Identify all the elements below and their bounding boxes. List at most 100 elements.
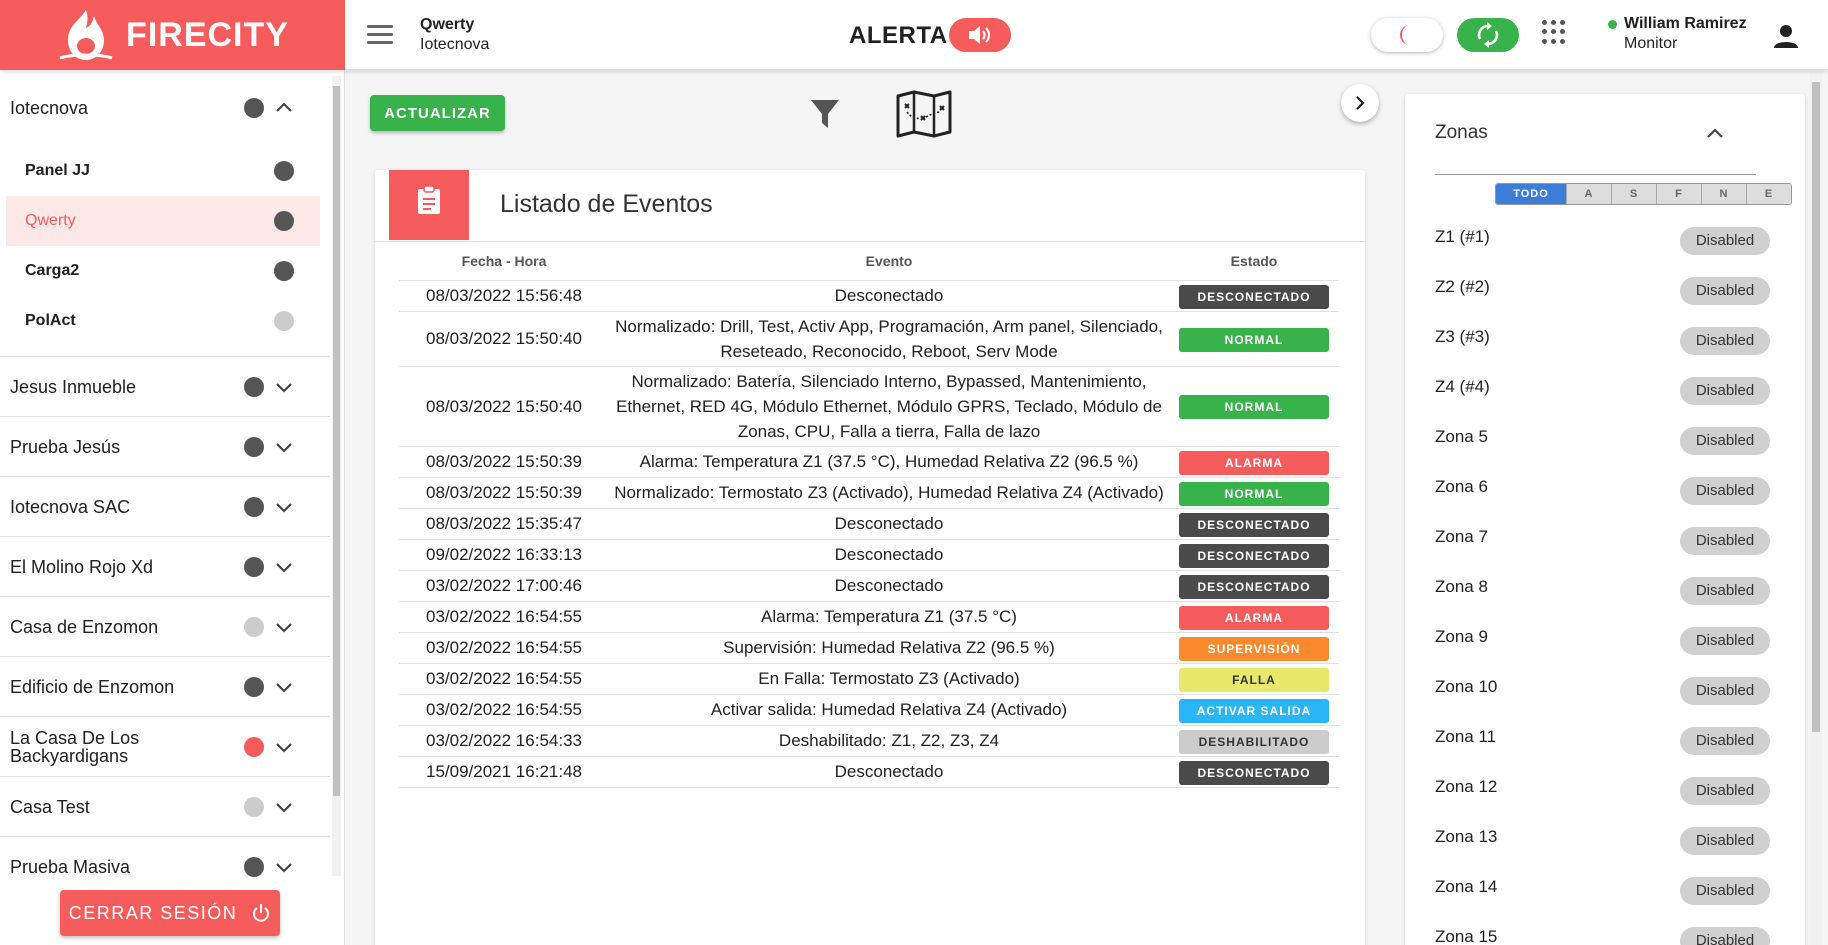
apps-dot: [1560, 29, 1565, 35]
chevron-down-icon[interactable]: [274, 857, 294, 877]
zone-item[interactable]: Z2 (#2) Disabled: [1405, 264, 1805, 314]
zones-divider: [1435, 174, 1756, 175]
event-date: 03/02/2022 16:54:55: [399, 601, 609, 633]
table-row[interactable]: 08/03/2022 15:50:39 Alarma: Temperatura Z…: [399, 446, 1339, 478]
zone-item[interactable]: Zona 14 Disabled: [1405, 864, 1805, 914]
table-row[interactable]: 08/03/2022 15:50:39 Normalizado: Termosta…: [399, 477, 1339, 509]
status-badge: ACTIVAR SALIDA: [1179, 698, 1329, 723]
chevron-down-icon[interactable]: [274, 557, 294, 577]
zone-item[interactable]: Zona 11 Disabled: [1405, 714, 1805, 764]
sidebar-panel-item[interactable]: Carga2: [6, 246, 320, 296]
menu-button[interactable]: [364, 20, 396, 48]
chevron-down-icon[interactable]: [274, 797, 294, 817]
sidebar-group[interactable]: Prueba Masiva: [0, 837, 330, 880]
table-row[interactable]: 08/03/2022 15:50:40 Normalizado: Batería,…: [399, 366, 1339, 447]
apps-grid-icon[interactable]: [1542, 20, 1566, 44]
zones-title: Zonas: [1435, 122, 1488, 143]
zone-filter-a[interactable]: A: [1566, 184, 1611, 204]
sidebar-scrollbar[interactable]: [332, 76, 341, 876]
collapse-right-panel-button[interactable]: [1341, 84, 1379, 122]
column-header-event[interactable]: Evento: [609, 242, 1169, 281]
sidebar-group-label: Prueba Jesús: [10, 436, 121, 457]
sidebar-group[interactable]: Casa de Enzomon: [0, 597, 330, 657]
table-row[interactable]: 03/02/2022 16:54:55 Supervisión: Humedad …: [399, 632, 1339, 664]
event-date: 03/02/2022 17:00:46: [399, 570, 609, 602]
zone-item[interactable]: Zona 13 Disabled: [1405, 814, 1805, 864]
map-icon-glyph: [896, 90, 952, 138]
zone-item[interactable]: Zona 10 Disabled: [1405, 664, 1805, 714]
menu-icon-bar: [367, 41, 393, 44]
chevron-down-icon[interactable]: [274, 617, 294, 637]
chevron-down-icon[interactable]: [274, 737, 294, 757]
zone-filter-e[interactable]: E: [1746, 184, 1791, 204]
table-row[interactable]: 03/02/2022 16:54:55 Activar salida: Humed…: [399, 694, 1339, 726]
chevron-down-icon[interactable]: [274, 677, 294, 697]
sidebar-panel-item[interactable]: Qwerty: [6, 196, 320, 246]
zone-item[interactable]: Zona 6 Disabled: [1405, 464, 1805, 514]
sidebar-panel-item[interactable]: Panel JJ: [6, 146, 320, 196]
sync-button[interactable]: [1457, 18, 1519, 52]
zone-item[interactable]: Z1 (#1) Disabled: [1405, 214, 1805, 264]
refresh-button[interactable]: ACTUALIZAR: [370, 95, 505, 131]
scrollbar-thumb[interactable]: [333, 86, 340, 796]
event-date: 08/03/2022 15:56:48: [399, 280, 609, 312]
zone-item[interactable]: Zona 9 Disabled: [1405, 614, 1805, 664]
sidebar-group[interactable]: Jesus Inmueble: [0, 357, 330, 417]
person-icon: [1774, 25, 1798, 48]
dark-mode-toggle[interactable]: [1371, 18, 1443, 52]
zone-status-badge: Disabled: [1680, 677, 1770, 705]
table-row[interactable]: 08/03/2022 15:35:47 Desconectado DESCONECT…: [399, 508, 1339, 540]
table-row[interactable]: 15/09/2021 16:21:48 Desconectado DESCONECT…: [399, 756, 1339, 788]
table-row[interactable]: 08/03/2022 15:56:48 Desconectado DESCONECT…: [399, 280, 1339, 312]
sidebar-group[interactable]: Prueba Jesús: [0, 417, 330, 477]
current-company-name: Iotecnova: [420, 36, 490, 53]
chevron-down-icon[interactable]: [274, 497, 294, 517]
zone-status-badge: Disabled: [1680, 727, 1770, 755]
chevron-down-icon[interactable]: [274, 437, 294, 457]
zone-filter-all[interactable]: TODO: [1496, 184, 1566, 204]
zone-item[interactable]: Zona 15 Disabled: [1405, 914, 1805, 945]
zone-filter-n[interactable]: N: [1701, 184, 1746, 204]
table-row[interactable]: 03/02/2022 16:54:55 Alarma: Temperatura Z…: [399, 601, 1339, 633]
table-row[interactable]: 09/02/2022 16:33:13 Desconectado DESCONECT…: [399, 539, 1339, 571]
zone-item[interactable]: Zona 8 Disabled: [1405, 564, 1805, 614]
map-icon[interactable]: [895, 90, 953, 138]
zones-collapse-button[interactable]: [1705, 124, 1725, 144]
table-row[interactable]: 08/03/2022 15:50:40 Normalizado: Drill, T…: [399, 311, 1339, 367]
sidebar-panel-item[interactable]: PolAct: [6, 296, 320, 346]
sidebar-group[interactable]: Casa Test: [0, 777, 330, 837]
zone-filter-f[interactable]: F: [1656, 184, 1701, 204]
brand-logo[interactable]: FIRECITY: [0, 0, 345, 70]
status-badge: DESCONECTADO: [1179, 512, 1329, 537]
zone-item[interactable]: Zona 5 Disabled: [1405, 414, 1805, 464]
table-row[interactable]: 03/02/2022 17:00:46 Desconectado DESCONECT…: [399, 570, 1339, 602]
zone-item[interactable]: Z3 (#3) Disabled: [1405, 314, 1805, 364]
page-scrollbar[interactable]: [1810, 72, 1822, 945]
group-list[interactable]: Iotecnova Panel JJ Qwerty Carga2 PolAct Jesus…: [0, 70, 330, 880]
filter-icon[interactable]: [810, 98, 842, 132]
sidebar-group[interactable]: Iotecnova: [0, 70, 330, 146]
sidebar-group-label: Casa Test: [10, 796, 90, 817]
table-row[interactable]: 03/02/2022 16:54:55 En Falla: Termostato …: [399, 663, 1339, 695]
event-description: Normalizado: Drill, Test, Activ App, Pro…: [609, 311, 1169, 367]
logout-button[interactable]: CERRAR SESIÓN: [60, 890, 280, 936]
sidebar-panel-label: Carga2: [25, 262, 80, 279]
table-row[interactable]: 03/02/2022 16:54:33 Deshabilitado: Z1, Z2…: [399, 725, 1339, 757]
chevron-down-icon[interactable]: [274, 377, 294, 397]
zone-filter-s[interactable]: S: [1611, 184, 1656, 204]
sidebar-group[interactable]: Edificio de Enzomon: [0, 657, 330, 717]
sidebar-group[interactable]: La Casa De Los Backyardigans: [0, 717, 330, 777]
sidebar-group[interactable]: El Molino Rojo Xd: [0, 537, 330, 597]
user-menu-button[interactable]: [1772, 22, 1800, 50]
status-badge: NORMAL: [1179, 481, 1329, 506]
scrollbar-thumb[interactable]: [1812, 82, 1820, 732]
alert-sound-toggle[interactable]: [949, 18, 1011, 52]
zone-item[interactable]: Z4 (#4) Disabled: [1405, 364, 1805, 414]
zone-status-badge: Disabled: [1680, 577, 1770, 605]
column-header-status[interactable]: Estado: [1169, 242, 1339, 281]
column-header-date[interactable]: Fecha - Hora: [399, 242, 609, 281]
chevron-up-icon[interactable]: [274, 98, 294, 118]
sidebar-group[interactable]: Iotecnova SAC: [0, 477, 330, 537]
zone-item[interactable]: Zona 12 Disabled: [1405, 764, 1805, 814]
zone-item[interactable]: Zona 7 Disabled: [1405, 514, 1805, 564]
